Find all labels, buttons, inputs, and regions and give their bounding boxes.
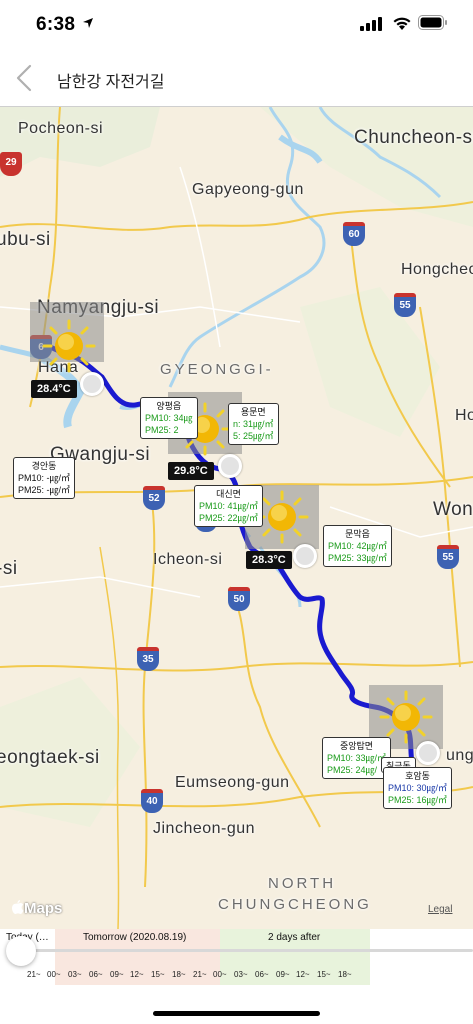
pm25-value: PM25: 2 — [145, 425, 179, 435]
map-view[interactable]: Pocheon-si Chuncheon-si Gapyeong-gun ubu… — [0, 107, 473, 929]
pm10-value: PM10: 34㎍ — [145, 413, 193, 423]
location-arrow-icon — [83, 18, 93, 28]
temperature-label: 29.8°C — [168, 462, 214, 480]
apple-logo-icon — [12, 900, 24, 914]
timeline-tick: 18~ — [172, 970, 186, 979]
station-name: 경안동 — [31, 461, 57, 471]
region-label-gyeonggi: GYEONGGI- — [160, 361, 274, 378]
pm10-value: PM10: -㎍/㎥ — [18, 473, 71, 483]
station-name: 대신면 — [216, 489, 241, 499]
air-quality-callout[interactable]: 양평읍 PM10: 34㎍ PM25: 2 — [140, 397, 198, 439]
pm10-value: n: 31㎍/㎥ — [233, 419, 274, 429]
timeline-tick: 18~ — [338, 970, 352, 979]
battery-icon — [418, 15, 447, 30]
status-bar: 6:38 — [0, 0, 473, 50]
timeline-tick: 06~ — [255, 970, 269, 979]
city-label-ho: Ho — [455, 407, 473, 424]
station-name: 양평읍 — [156, 401, 182, 411]
city-label-gapyeong: Gapyeong-gun — [192, 181, 304, 198]
pm10-value: PM10: 42㎍/㎥ — [328, 541, 388, 551]
maps-logo-text: Maps — [24, 900, 63, 917]
pm25-value: PM25: 33㎍/㎥ — [328, 553, 388, 563]
timeline-tick: 21~ — [27, 970, 41, 979]
air-quality-callout[interactable]: 호암동 PM10: 30㎍/㎥ PM25: 16㎍/㎥ — [383, 767, 453, 809]
timeline-tick: 03~ — [234, 970, 248, 979]
pm10-value: PM10: 30㎍/㎥ — [388, 783, 448, 793]
city-label-ubu: ubu-si — [0, 229, 51, 250]
temperature-label: 28.3°C — [246, 551, 292, 569]
highway-shield: 40 — [141, 789, 163, 813]
city-label-hongcheon: Hongcheo — [401, 261, 473, 278]
pm10-value: PM10: 33㎍/㎥ — [327, 753, 387, 763]
pm25-value: PM25: 16㎍/㎥ — [388, 795, 448, 805]
cellular-signal-icon — [360, 17, 382, 31]
timeline-tick: 15~ — [317, 970, 331, 979]
city-label-ung: ung — [446, 747, 473, 764]
station-name: 호암동 — [405, 771, 430, 781]
city-label-won: Won — [433, 499, 473, 520]
city-label-eumseong: Eumseong-gun — [175, 774, 290, 791]
status-time: 6:38 — [36, 14, 76, 35]
sunny-weather-icon — [379, 690, 433, 744]
timeline-tick: 00~ — [213, 970, 227, 979]
timeline-tick: 00~ — [47, 970, 61, 979]
timeline-tomorrow-label: Tomorrow (2020.08.19) — [83, 932, 187, 943]
city-label-jincheon: Jincheon-gun — [153, 820, 256, 837]
sunny-weather-icon — [42, 319, 96, 373]
region-label-chungcheong: CHUNGCHEONG — [218, 896, 372, 913]
weather-station-marker[interactable] — [293, 544, 317, 568]
air-quality-callout[interactable]: 경안동 PM10: -㎍/㎥ PM25: -㎍/㎥ — [13, 457, 76, 499]
air-quality-callout[interactable]: 문막읍 PM10: 42㎍/㎥ PM25: 33㎍/㎥ — [323, 525, 393, 567]
pm25-value: PM25: -㎍/㎥ — [18, 485, 71, 495]
navigation-bar: 남한강 자전거길 — [0, 50, 473, 107]
air-quality-callout[interactable]: 용문면 n: 31㎍/㎥ 5: 25㎍/㎥ — [228, 403, 279, 445]
highway-shield: 50 — [228, 587, 250, 611]
pm25-value: PM25: 24㎍/ — [327, 765, 378, 775]
wifi-icon — [393, 17, 411, 30]
home-indicator[interactable] — [153, 1011, 320, 1016]
timeline-day-after-label: 2 days after — [268, 932, 321, 943]
timeline-tick: 06~ — [89, 970, 103, 979]
sunny-weather-icon — [255, 490, 309, 544]
highway-shield: 55 — [437, 545, 459, 569]
highway-shield: 60 — [343, 222, 365, 246]
timeline-slider-track[interactable] — [8, 949, 473, 952]
back-chevron-icon[interactable] — [10, 62, 42, 94]
city-label-eongtaek: eongtaek-si — [0, 747, 100, 768]
timeline-tick: 15~ — [151, 970, 165, 979]
app-root: 6:38 남한강 자전거길 Pocheon-si Chuncheon-si Ga… — [0, 0, 473, 1024]
highway-shield: 55 — [394, 293, 416, 317]
station-name: 용문면 — [240, 407, 266, 417]
timeline-tick: 09~ — [110, 970, 124, 979]
station-name: 문막읍 — [345, 529, 370, 539]
timeline-tick: 21~ — [193, 970, 207, 979]
city-label-si: -si — [0, 558, 18, 579]
weather-station-marker[interactable] — [416, 741, 440, 765]
weather-station-marker[interactable] — [80, 372, 104, 396]
pm25-value: 5: 25㎍/㎥ — [233, 431, 274, 441]
timeline-tick: 12~ — [130, 970, 144, 979]
region-label-north: NORTH — [268, 875, 337, 892]
city-label-pocheon: Pocheon-si — [18, 120, 104, 137]
timeline-tick: 03~ — [68, 970, 82, 979]
timeline-tick: 12~ — [296, 970, 310, 979]
highway-shield: 35 — [137, 647, 159, 671]
city-label-icheon: Icheon-si — [153, 551, 223, 568]
city-label-chuncheon: Chuncheon-si — [354, 127, 473, 148]
temperature-label: 28.4°C — [31, 380, 77, 398]
forecast-timeline: Today (… Tomorrow (2020.08.19) 2 days af… — [0, 929, 473, 1024]
air-quality-callout[interactable]: 대신면 PM10: 41㎍/㎥ PM25: 22㎍/㎥ — [194, 485, 264, 527]
pm10-value: PM10: 41㎍/㎥ — [199, 501, 259, 511]
highway-shield: 52 — [143, 486, 165, 510]
timeline-tick: 09~ — [276, 970, 290, 979]
highway-shield: 29 — [0, 152, 22, 176]
apple-maps-logo: Maps — [12, 900, 62, 917]
pm25-value: PM25: 22㎍/㎥ — [199, 513, 259, 523]
timeline-slider-thumb[interactable] — [6, 936, 36, 966]
weather-station-marker[interactable] — [218, 454, 242, 478]
legal-link[interactable]: Legal — [428, 904, 452, 915]
station-name: 중앙탑면 — [339, 741, 374, 751]
page-title: 남한강 자전거길 — [57, 74, 165, 91]
